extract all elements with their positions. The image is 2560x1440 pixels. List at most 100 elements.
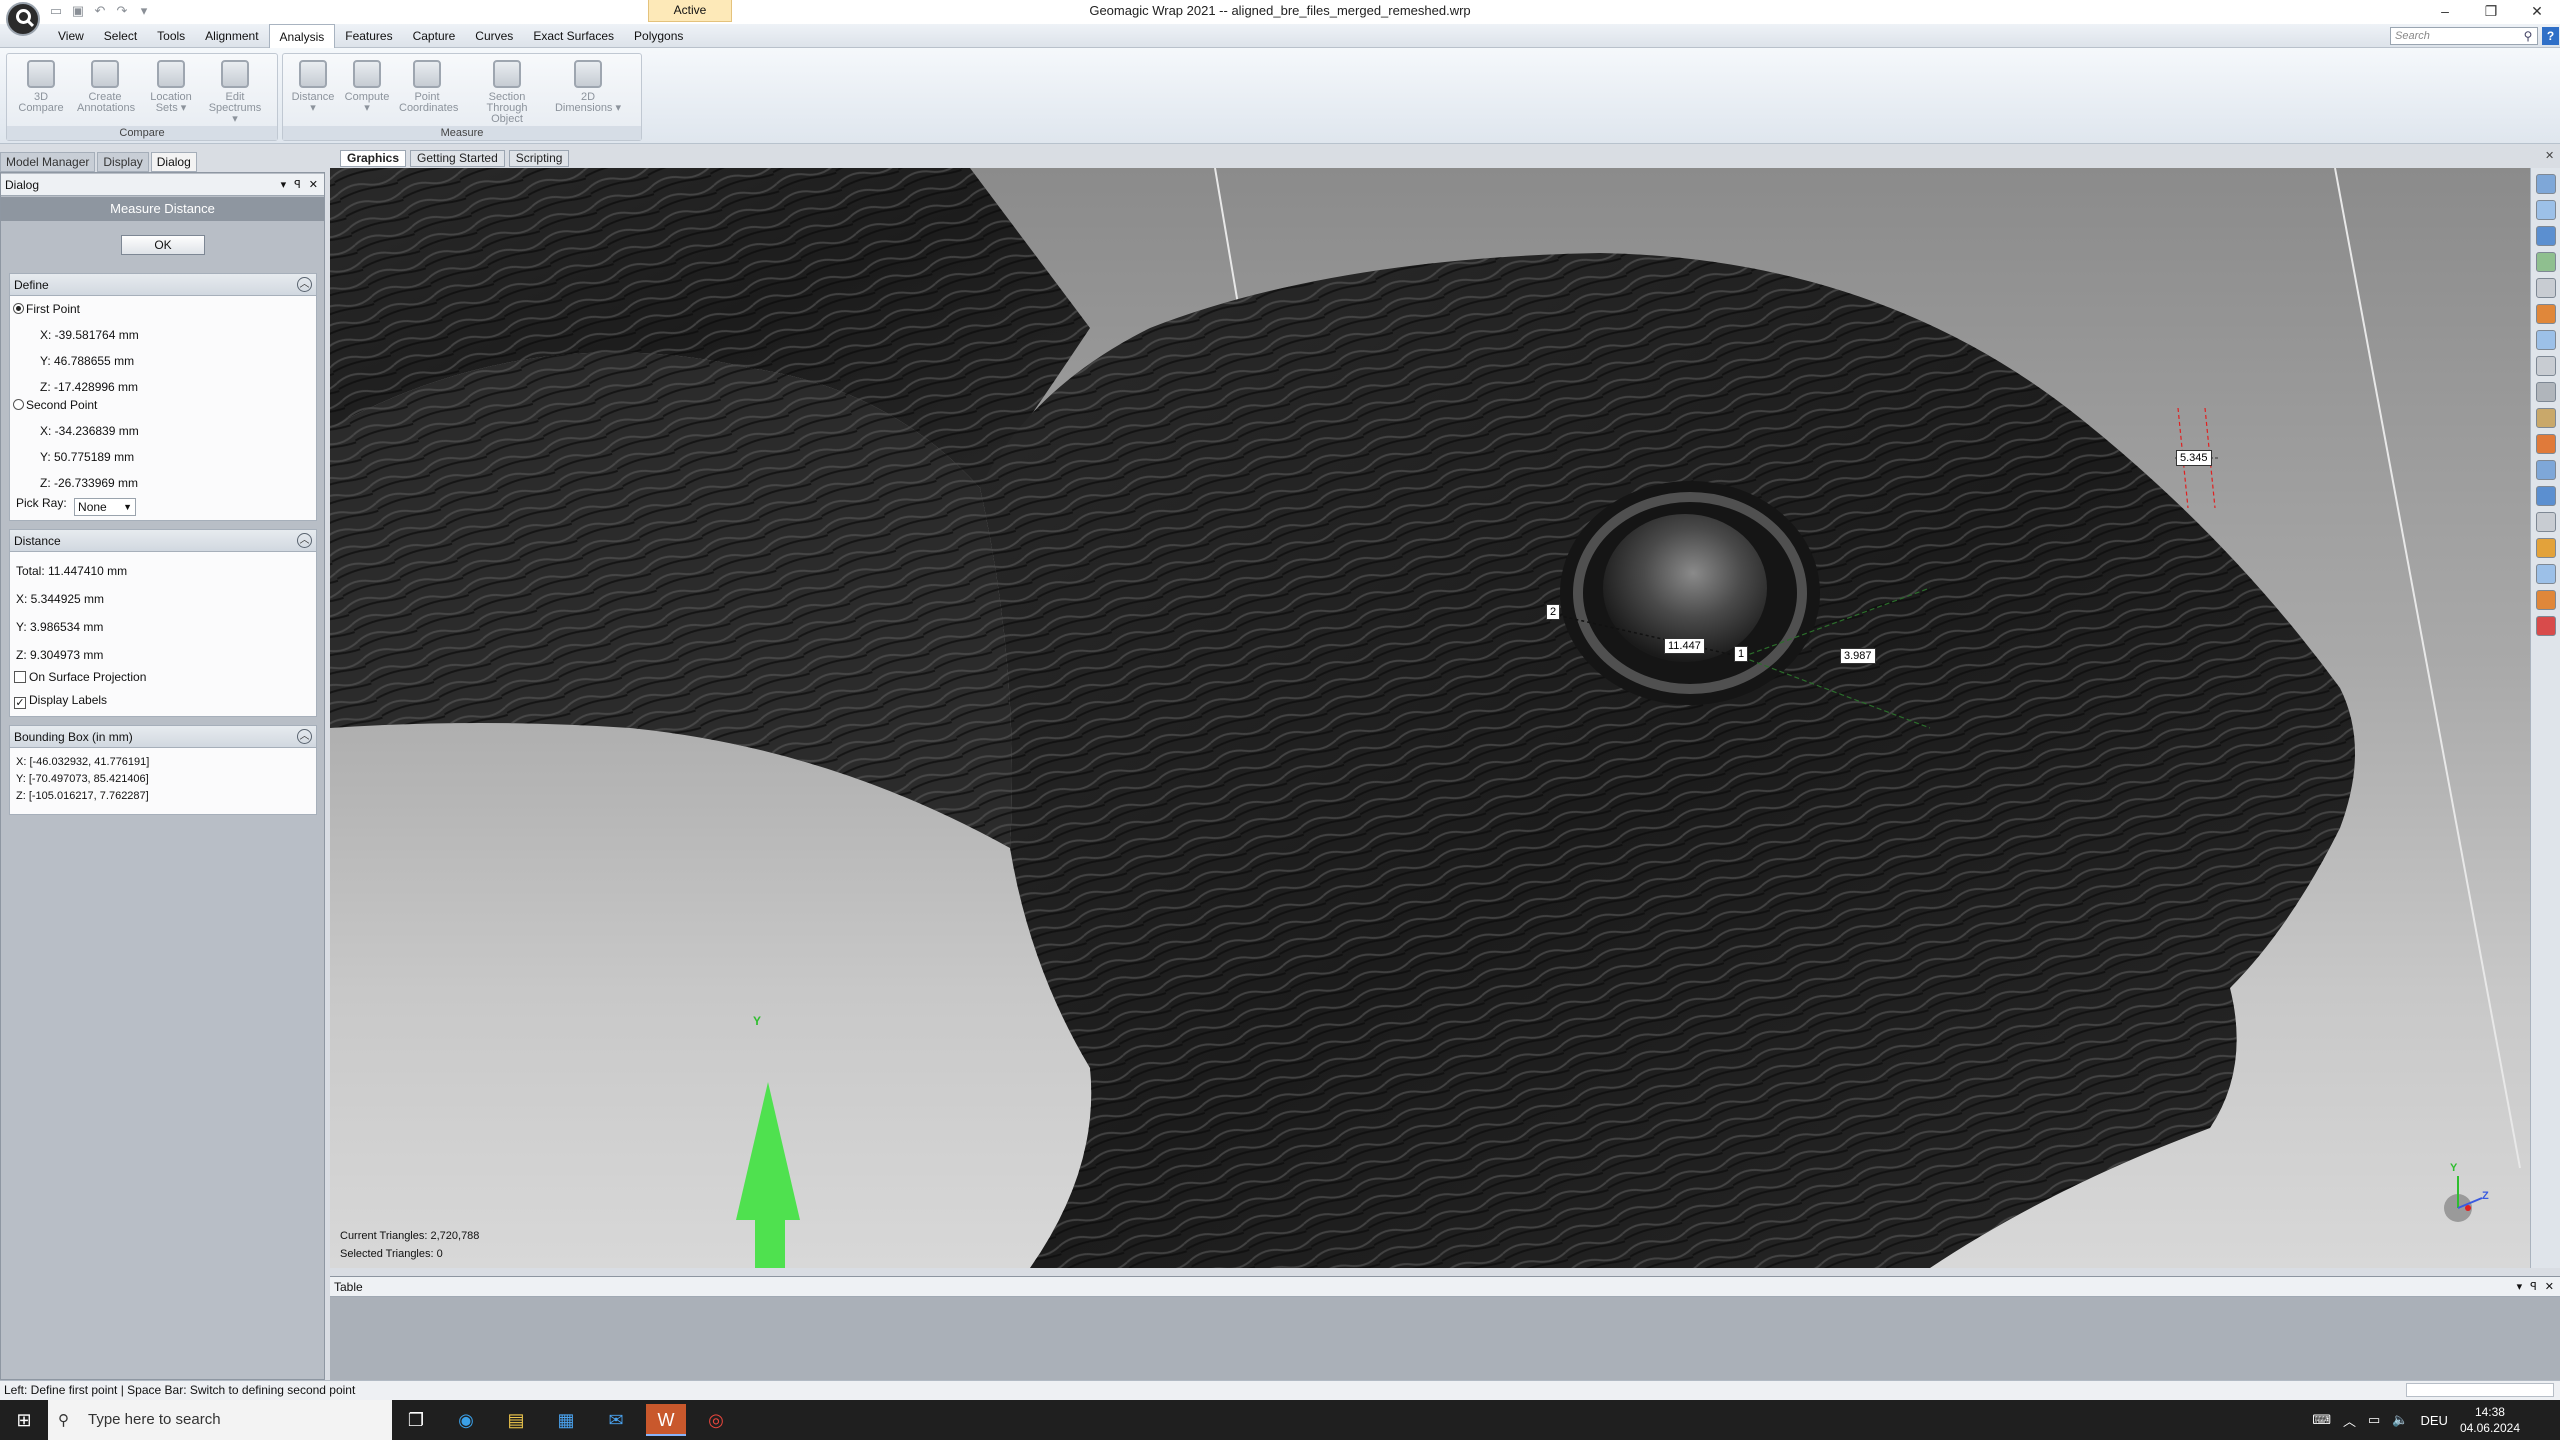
close-icon[interactable]: ✕ <box>2545 1277 2554 1297</box>
edge-icon[interactable]: ◉ <box>446 1404 486 1436</box>
language-indicator[interactable]: DEU <box>2420 1413 2447 1428</box>
menu-exact-surfaces[interactable]: Exact Surfaces <box>523 24 624 48</box>
view-tool-icon[interactable] <box>2536 252 2556 272</box>
tab-display[interactable]: Display <box>97 152 149 172</box>
menu-analysis[interactable]: Analysis <box>268 24 336 48</box>
view-tool-icon[interactable] <box>2536 512 2556 532</box>
save-icon[interactable]: ▣ <box>70 3 86 19</box>
bounding-box-section-header[interactable]: Bounding Box (in mm) ︿ <box>10 726 316 748</box>
graphics-viewport[interactable]: 2 1 11.447 3.987 5.345 Current Triangles… <box>330 168 2530 1268</box>
volume-icon[interactable]: 🔈 <box>2392 1412 2408 1428</box>
file-explorer-icon[interactable]: ▤ <box>496 1404 536 1436</box>
chrome-icon[interactable]: ◎ <box>696 1404 736 1436</box>
restore-button[interactable]: ❐ <box>2468 0 2514 22</box>
close-icon[interactable]: ✕ <box>309 174 318 196</box>
button-label-line1: Section Through <box>486 91 528 114</box>
help-icon[interactable]: ? <box>2542 27 2559 45</box>
second-point-radio[interactable]: Second Point <box>13 398 97 412</box>
store-icon[interactable]: ▦ <box>546 1404 586 1436</box>
view-tool-icon[interactable] <box>2536 382 2556 402</box>
redo-icon[interactable]: ↷ <box>114 3 130 19</box>
collapse-icon[interactable]: ︿ <box>297 729 312 744</box>
menu-capture[interactable]: Capture <box>403 24 466 48</box>
network-icon[interactable]: ▭ <box>2368 1412 2380 1428</box>
create-annotations-button[interactable]: Create Annotations <box>77 56 136 126</box>
distance-button[interactable]: Distance ▾ <box>285 56 341 126</box>
geomagic-wrap-icon[interactable]: W <box>646 1404 686 1436</box>
close-button[interactable]: ✕ <box>2514 0 2560 22</box>
pin-icon[interactable]: ꟼ <box>294 174 301 196</box>
customize-dropdown-icon[interactable]: ▾ <box>136 3 152 19</box>
3d-compare-button[interactable]: 3D Compare <box>13 56 69 126</box>
pin-icon[interactable]: ꟼ <box>2530 1277 2537 1297</box>
clock[interactable]: 14:38 04.06.2024 <box>2460 1404 2520 1436</box>
ok-button[interactable]: OK <box>121 235 205 255</box>
pick-ray-select[interactable]: None ▼ <box>74 498 137 516</box>
view-tool-icon[interactable] <box>2536 304 2556 324</box>
menu-alignment[interactable]: Alignment <box>195 24 268 48</box>
view-tool-icon[interactable] <box>2536 460 2556 480</box>
view-tool-icon[interactable] <box>2536 590 2556 610</box>
task-view-icon[interactable]: ❐ <box>396 1404 436 1436</box>
view-tool-icon[interactable] <box>2536 278 2556 298</box>
close-icon[interactable]: ✕ <box>2545 149 2554 162</box>
new-file-icon[interactable]: ▭ <box>48 3 64 19</box>
view-tool-icon[interactable] <box>2536 356 2556 376</box>
keyboard-icon[interactable]: ⌨ <box>2312 1412 2331 1428</box>
panel-menu-icon[interactable]: ▾ <box>2517 1277 2523 1297</box>
compute-button[interactable]: Compute ▾ <box>339 56 395 126</box>
mail-icon[interactable]: ✉ <box>596 1404 636 1436</box>
distance-section-header[interactable]: Distance ︿ <box>10 530 316 552</box>
view-tool-icon[interactable] <box>2536 408 2556 428</box>
first-point-radio[interactable]: First Point <box>13 302 80 316</box>
tab-dialog[interactable]: Dialog <box>150 152 197 172</box>
active-context-tab[interactable]: Active <box>648 0 732 22</box>
collapse-icon[interactable]: ︿ <box>297 277 312 292</box>
edit-spectrums-button[interactable]: Edit Spectrums ▾ <box>207 56 263 126</box>
view-tool-icon[interactable] <box>2536 616 2556 636</box>
collapse-icon[interactable]: ︿ <box>297 533 312 548</box>
tab-graphics[interactable]: Graphics <box>340 150 407 167</box>
compare-group: 3D Compare Create Annotations Location Sets… <box>6 53 278 141</box>
view-tool-icon[interactable] <box>2536 226 2556 246</box>
point-coordinates-button[interactable]: Point Coordinates <box>399 56 458 126</box>
undo-icon[interactable]: ↶ <box>92 3 108 19</box>
tab-scripting[interactable]: Scripting <box>508 150 570 167</box>
view-tool-icon[interactable] <box>2536 434 2556 454</box>
menu-curves[interactable]: Curves <box>465 24 523 48</box>
2d-dimensions-button[interactable]: 2D Dimensions ▾ <box>553 56 623 126</box>
menu-features[interactable]: Features <box>335 24 402 48</box>
search-icon[interactable]: ⚲ <box>2520 28 2536 44</box>
menu-select[interactable]: Select <box>94 24 147 48</box>
tab-getting-started[interactable]: Getting Started <box>410 150 505 167</box>
section-through-object-button[interactable]: Section Through Object <box>467 56 547 126</box>
panel-menu-icon[interactable]: ▾ <box>281 174 287 196</box>
surface-projection-checkbox[interactable]: On Surface Projection <box>14 670 146 684</box>
view-tool-icon[interactable] <box>2536 174 2556 194</box>
search-input[interactable]: Search <box>2390 27 2538 45</box>
minimize-button[interactable]: – <box>2422 0 2468 22</box>
app-logo-icon[interactable] <box>6 2 40 36</box>
dy-distance-label: 3.987 <box>1840 648 1876 664</box>
location-sets-button[interactable]: Location Sets ▾ <box>143 56 199 126</box>
view-tool-icon[interactable] <box>2536 538 2556 558</box>
view-tool-icon[interactable] <box>2536 200 2556 220</box>
dialog-title: Measure Distance <box>1 197 324 221</box>
view-tool-icon[interactable] <box>2536 330 2556 350</box>
rabbit-mesh-model[interactable] <box>330 168 2530 1268</box>
windows-start-icon[interactable]: ⊞ <box>0 1400 48 1440</box>
view-tool-icon[interactable] <box>2536 486 2556 506</box>
button-label-line2: Annotations <box>77 102 136 114</box>
display-labels-checkbox[interactable]: ✓ Display Labels <box>14 693 107 709</box>
chevron-up-icon[interactable]: ︿ <box>2343 1411 2356 1430</box>
taskbar-search-input[interactable]: Type here to search <box>48 1400 392 1440</box>
define-section-header[interactable]: Define ︿ <box>10 274 316 296</box>
pick-ray-label: Pick Ray: <box>16 496 67 510</box>
checkbox-checked-icon: ✓ <box>14 697 26 709</box>
menu-polygons[interactable]: Polygons <box>624 24 693 48</box>
view-tool-icon[interactable] <box>2536 564 2556 584</box>
menu-view[interactable]: View <box>48 24 94 48</box>
tab-model-manager[interactable]: Model Manager <box>0 152 96 172</box>
dx-distance-label: 5.345 <box>2176 450 2212 466</box>
menu-tools[interactable]: Tools <box>147 24 195 48</box>
